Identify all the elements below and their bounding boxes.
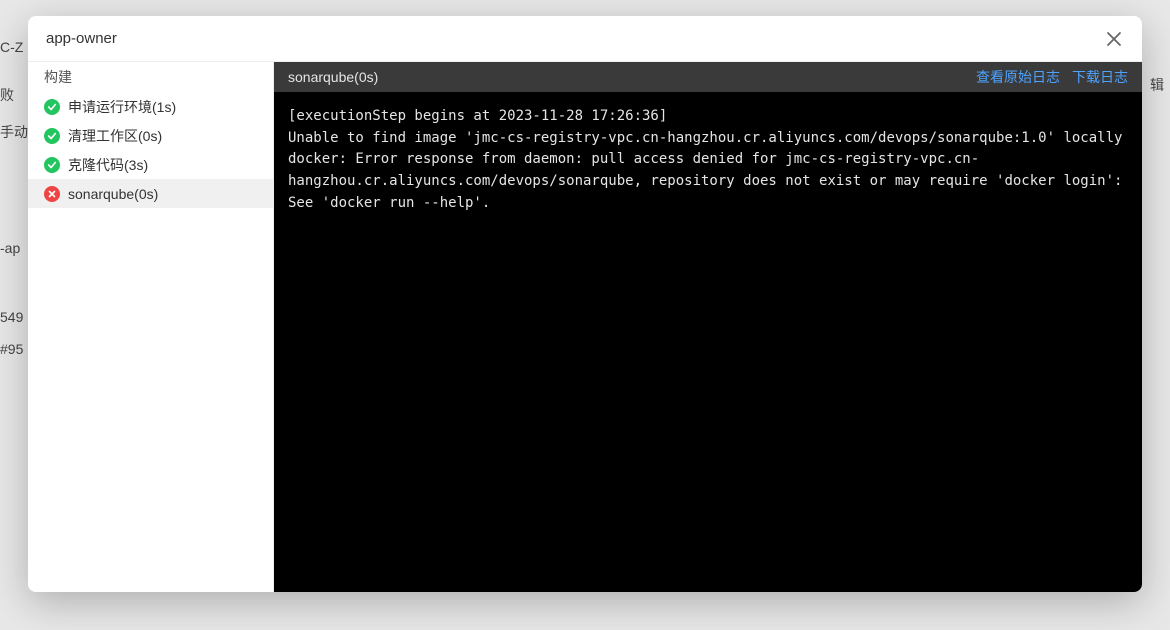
check-icon [44,99,60,115]
bg-text: 549 [0,309,23,325]
sidebar-header: 构建 [28,62,273,92]
log-header-actions: 查看原始日志 下载日志 [976,67,1128,87]
bg-text: 辑 [1150,75,1164,95]
step-item-clean-workspace[interactable]: 清理工作区(0s) [28,121,273,150]
step-label: 清理工作区(0s) [68,126,162,146]
close-button[interactable] [1104,29,1124,49]
modal-title: app-owner [46,30,117,47]
bg-text: C-Z [0,39,23,55]
build-log-modal: app-owner 构建 申请运行环境(1s) 清理工作区(0s) [28,16,1142,592]
download-log-link[interactable]: 下载日志 [1072,67,1128,87]
close-icon [1106,31,1122,47]
log-header-title: sonarqube(0s) [288,69,378,85]
log-panel: sonarqube(0s) 查看原始日志 下载日志 [executionStep… [274,62,1142,592]
bg-text: -ap [0,240,20,256]
log-header: sonarqube(0s) 查看原始日志 下载日志 [274,62,1142,92]
step-item-clone[interactable]: 克隆代码(3s) [28,150,273,179]
error-icon [44,186,60,202]
step-item-apply-env[interactable]: 申请运行环境(1s) [28,92,273,121]
step-label: 申请运行环境(1s) [68,97,176,117]
view-raw-log-link[interactable]: 查看原始日志 [976,67,1060,87]
bg-text: 手动 [0,122,28,142]
step-label: sonarqube(0s) [68,186,158,202]
step-label: 克隆代码(3s) [68,155,148,175]
modal-header: app-owner [28,16,1142,62]
log-output[interactable]: [executionStep begins at 2023-11-28 17:2… [274,92,1142,592]
check-icon [44,157,60,173]
steps-sidebar: 构建 申请运行环境(1s) 清理工作区(0s) 克隆代码(3s) [28,62,274,592]
step-item-sonarqube[interactable]: sonarqube(0s) [28,179,273,208]
modal-body: 构建 申请运行环境(1s) 清理工作区(0s) 克隆代码(3s) [28,62,1142,592]
bg-text: 败 [0,85,14,105]
check-icon [44,128,60,144]
bg-text: #95 [0,341,23,357]
